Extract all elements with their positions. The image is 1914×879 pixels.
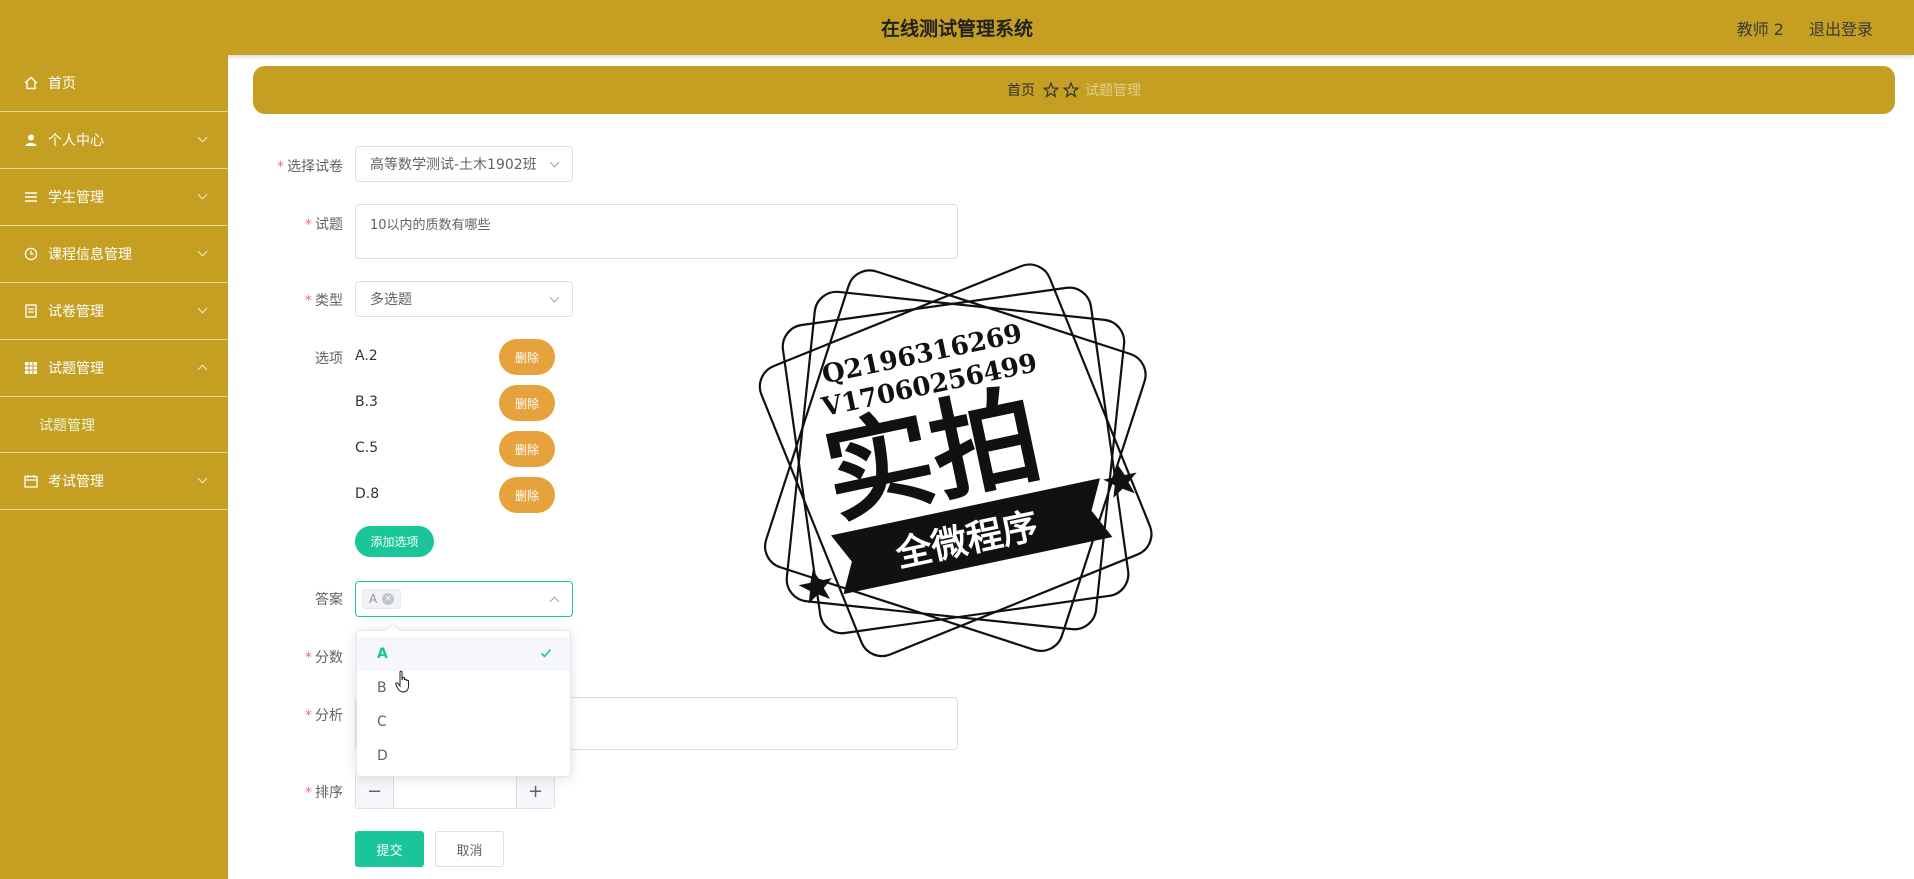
clock-icon [24,247,38,261]
sidebar-item-home[interactable]: 首页 [0,55,228,112]
list-icon [24,190,38,204]
score-label: * 分数 [305,650,343,666]
chevron-down-icon [197,132,208,143]
app-title: 在线测试管理系统 [880,18,1033,40]
sidebar-item-course-info[interactable]: 课程信息管理 [0,226,228,283]
delete-option-b-button[interactable]: 删除 [499,385,555,421]
dropdown-option-a[interactable]: A [357,637,570,671]
chevron-down-icon [549,157,560,168]
sidebar-subitem-question-management[interactable]: 试题管理 [0,397,228,453]
grid-icon [24,361,38,375]
breadcrumb: 首页 试题管理 [253,66,1895,114]
chevron-down-icon [197,246,208,257]
option-a-text: A.2 [355,348,378,364]
current-user[interactable]: 教师 2 [1737,16,1784,40]
sidebar-item-personal-center[interactable]: 个人中心 [0,112,228,169]
hand-cursor-icon [395,670,413,698]
sidebar-item-label: 试卷管理 [48,304,104,320]
cancel-button[interactable]: 取消 [435,831,504,867]
close-icon[interactable]: × [382,593,395,605]
option-c-text: C.5 [355,440,379,456]
answer-tag: A × [362,589,402,609]
chevron-down-icon [197,189,208,200]
chevron-up-icon [549,596,560,607]
paper-select[interactable]: 高等数学测试-土木1902班 [355,146,573,182]
star-icon [1043,82,1059,98]
dropdown-option-d[interactable]: D [357,739,570,773]
decrement-button[interactable]: − [356,774,394,808]
increment-button[interactable]: + [516,774,554,808]
sidebar-item-exams[interactable]: 考试管理 [0,453,228,510]
chevron-down-icon [549,292,560,303]
type-select[interactable]: 多选题 [355,281,573,317]
logout-link[interactable]: 退出登录 [1809,16,1873,40]
sidebar-item-label: 课程信息管理 [48,247,132,263]
analysis-label: * 分析 [305,708,343,724]
sidebar-item-label: 考试管理 [48,474,104,490]
paper-label: * 选择试卷 [277,159,343,175]
sidebar: 首页 个人中心 学生管理 课程信息管理 试卷管理 试题管理 试题管理 考试管理 [0,55,228,879]
doc-icon [24,304,38,318]
star-icon [1063,82,1079,98]
sidebar-item-label: 首页 [48,76,76,92]
type-label: * 类型 [305,293,343,309]
chevron-up-icon [197,364,208,375]
breadcrumb-current: 试题管理 [1085,83,1141,99]
sidebar-item-label: 个人中心 [48,133,104,149]
chevron-down-icon [197,303,208,314]
chevron-down-icon [197,473,208,484]
sort-stepper: − + [355,773,555,809]
question-textarea[interactable]: 10以内的质数有哪些 [355,204,958,259]
add-option-button[interactable]: 添加选项 [355,526,434,557]
check-icon [540,647,552,663]
answer-label: 答案 [315,592,343,608]
delete-option-a-button[interactable]: 删除 [499,339,555,375]
sidebar-item-students[interactable]: 学生管理 [0,169,228,226]
delete-option-d-button[interactable]: 删除 [499,477,555,513]
options-label: 选项 [315,351,343,367]
delete-option-c-button[interactable]: 删除 [499,431,555,467]
sidebar-item-papers[interactable]: 试卷管理 [0,283,228,340]
answer-dropdown: A B C D [356,630,571,777]
sort-label: * 排序 [305,785,343,801]
sidebar-item-questions[interactable]: 试题管理 [0,340,228,397]
answer-select[interactable]: A × [355,581,573,617]
option-b-text: B.3 [355,394,378,410]
dropdown-option-c[interactable]: C [357,705,570,739]
paper-select-value: 高等数学测试-土木1902班 [370,157,537,173]
calendar-icon [24,474,38,488]
breadcrumb-home[interactable]: 首页 [1007,80,1035,100]
dropdown-option-b[interactable]: B [357,671,570,705]
question-label: * 试题 [305,217,343,233]
user-icon [24,133,38,147]
top-bar: 在线测试管理系统 教师 2 退出登录 [0,0,1914,55]
submit-button[interactable]: 提交 [355,831,424,867]
sidebar-item-label: 学生管理 [48,190,104,206]
type-select-value: 多选题 [370,292,412,308]
option-d-text: D.8 [355,486,380,502]
sidebar-item-label: 试题管理 [48,361,104,377]
home-icon [24,76,38,90]
